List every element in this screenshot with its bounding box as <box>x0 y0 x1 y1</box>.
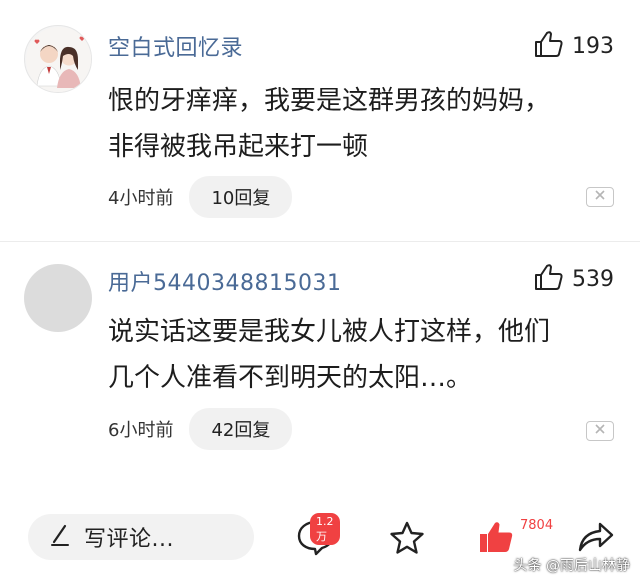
like-button[interactable]: 539 <box>534 263 614 295</box>
comment-text: 说实话这要是我女儿被人打这样，他们 几个人准看不到明天的太阳…。 <box>108 309 600 401</box>
star-icon <box>388 521 426 560</box>
like-button[interactable]: 193 <box>534 30 614 62</box>
pencil-icon <box>50 523 70 551</box>
article-like-button[interactable]: 7804 <box>478 518 553 558</box>
timestamp: 4小时前 <box>108 188 174 209</box>
watermark: 头条 @雨后山林静 <box>514 555 630 575</box>
dismiss-button[interactable] <box>586 421 614 441</box>
like-count: 193 <box>572 33 614 59</box>
username[interactable]: 空白式回忆录 <box>108 30 243 62</box>
thumbs-up-icon <box>534 263 564 295</box>
comment-text-line: 几个人准看不到明天的太阳…。 <box>108 363 473 393</box>
thumbs-up-icon <box>478 522 514 558</box>
timestamp: 6小时前 <box>108 420 174 441</box>
comment-item: 空白式回忆录 193 恨的牙痒痒，我要是这群男孩的妈妈， 非得被我吊起来打一顿 … <box>0 0 640 240</box>
username[interactable]: 用户5440348815031 <box>108 265 341 297</box>
article-like-count: 7804 <box>520 518 554 533</box>
close-icon <box>594 423 606 439</box>
comment-count-badge: 1.2万 <box>310 513 340 545</box>
comment-item: 用户5440348815031 539 说实话这要是我女儿被人打这样，他们 几个… <box>0 243 640 483</box>
share-button[interactable] <box>576 520 616 558</box>
comment-text-line: 非得被我吊起来打一顿 <box>108 132 369 162</box>
dismiss-button[interactable] <box>586 187 614 207</box>
favorite-button[interactable] <box>388 520 426 560</box>
comment-text-line: 说实话这要是我女儿被人打这样，他们 <box>108 317 551 347</box>
comment-button[interactable]: 1.2万 <box>296 513 340 560</box>
comment-text: 恨的牙痒痒，我要是这群男孩的妈妈， 非得被我吊起来打一顿 <box>108 78 600 170</box>
user-avatar[interactable] <box>24 264 92 332</box>
user-avatar[interactable] <box>24 25 92 93</box>
comment-meta: 6小时前 42回复 <box>108 408 293 450</box>
replies-button[interactable]: 42回复 <box>189 408 293 450</box>
write-comment-placeholder: 写评论... <box>84 527 174 552</box>
comment-meta: 4小时前 10回复 <box>108 176 293 218</box>
close-icon <box>594 189 606 205</box>
like-count: 539 <box>572 266 614 292</box>
divider <box>0 241 640 242</box>
thumbs-up-icon <box>534 30 564 62</box>
replies-button[interactable]: 10回复 <box>189 176 293 218</box>
write-comment-input[interactable]: 写评论... <box>28 514 254 560</box>
comment-text-line: 恨的牙痒痒，我要是这群男孩的妈妈， <box>108 86 551 116</box>
watermark-text: 头条 @雨后山林静 <box>513 558 630 574</box>
